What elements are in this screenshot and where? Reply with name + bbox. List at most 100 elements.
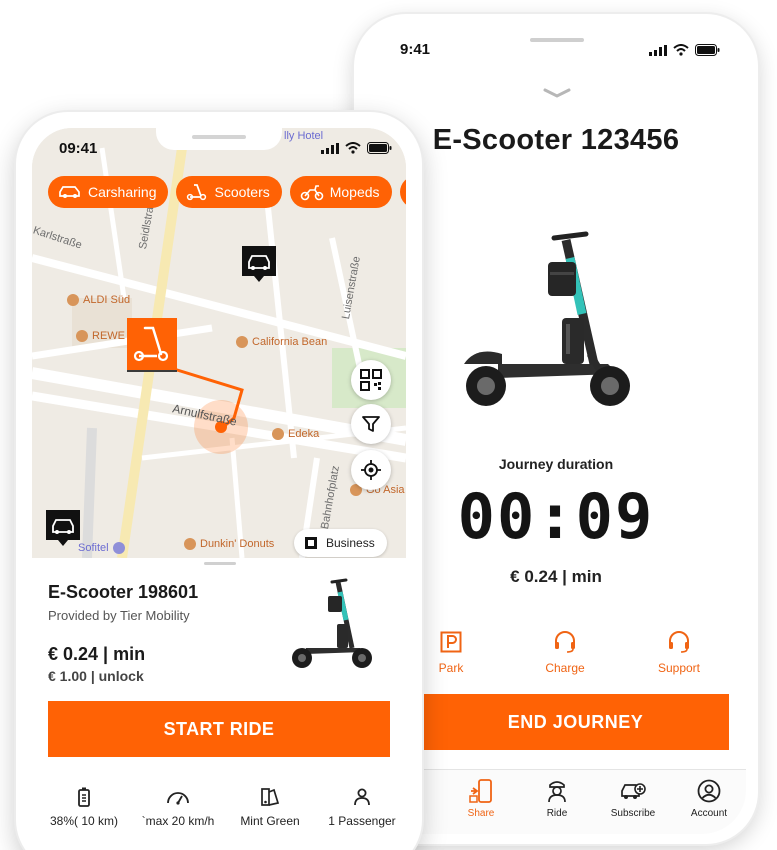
- poi-edeka[interactable]: Edeka: [272, 428, 319, 440]
- chip-scooters-label: Scooters: [214, 184, 270, 200]
- headset-icon: [555, 631, 575, 653]
- journey-screen: 9:41 E-Scooter 123456 Journey duration 0…: [366, 24, 746, 834]
- nav-share-label: Share: [467, 808, 495, 819]
- wifi-icon: [345, 142, 361, 154]
- spec-passengers-label: 1 Passenger: [328, 814, 396, 828]
- park-label: Park: [438, 661, 464, 675]
- chip-carsharing-label: Carsharing: [88, 184, 157, 200]
- status-time: 09:41: [59, 140, 98, 157]
- nav-subscribe-label: Subscribe: [610, 808, 656, 819]
- start-ride-button[interactable]: START RIDE: [48, 701, 390, 757]
- scooter-image: [292, 578, 372, 668]
- charge-button[interactable]: Charge: [520, 629, 610, 675]
- status-icons: [321, 142, 392, 154]
- chip-scooters[interactable]: Scooters: [176, 176, 282, 208]
- crosshair-icon: [361, 460, 381, 480]
- shopping-icon: [67, 294, 79, 306]
- spec-color-label: Mint Green: [240, 814, 300, 828]
- nav-subscribe[interactable]: Subscribe: [598, 778, 668, 819]
- cafe-icon: [184, 538, 196, 550]
- business-label: Business: [326, 536, 375, 550]
- status-icons: [649, 44, 720, 56]
- hotel-icon: [112, 542, 125, 554]
- chip-bikes[interactable]: [399, 176, 406, 208]
- nav-account-label: Account: [690, 808, 728, 819]
- map-label-hotel: lly Hotel: [284, 130, 324, 142]
- nav-ride[interactable]: Ride: [522, 778, 592, 819]
- car-plus-icon: [621, 783, 646, 799]
- end-journey-button[interactable]: END JOURNEY: [422, 694, 729, 750]
- status-bar: 9:41: [366, 24, 746, 74]
- spec-passengers: 1 Passenger: [316, 786, 406, 828]
- qr-code-icon: [360, 369, 382, 391]
- locate-me-button[interactable]: [351, 450, 391, 490]
- selected-scooter-marker[interactable]: [127, 318, 177, 372]
- scooter-image: [464, 231, 630, 406]
- poi-dunkin-label: Dunkin' Donuts: [200, 538, 275, 550]
- poi-dunkin[interactable]: Dunkin' Donuts: [184, 538, 274, 550]
- marketing-canvas: 9:41 E-Scooter 123456 Journey duration 0…: [0, 0, 777, 850]
- bottom-navigation: Share Ride Subscribe Account: [422, 769, 746, 834]
- sheet-handle[interactable]: [204, 562, 236, 565]
- business-icon: [305, 537, 317, 549]
- car-marker-icon[interactable]: [242, 246, 276, 282]
- scooter-icon: [133, 326, 169, 362]
- journey-timer: 00:09: [457, 480, 655, 553]
- person-icon: [354, 788, 370, 806]
- chip-carsharing[interactable]: Carsharing: [48, 176, 169, 208]
- qr-scan-button[interactable]: [351, 360, 391, 400]
- poi-california-bean[interactable]: California Bean: [236, 336, 327, 348]
- moped-icon: [300, 185, 324, 201]
- account-icon: [697, 779, 721, 803]
- charge-label: Charge: [545, 661, 585, 675]
- poi-rewe-label: REWE: [92, 330, 125, 342]
- price-per-minute: € 0.24 | min: [48, 644, 146, 664]
- map-view[interactable]: lly Hotel Seidlstraße Karlstraße Luisens…: [32, 128, 406, 558]
- signal-icon: [649, 44, 667, 56]
- map-screen: lly Hotel Seidlstraße Karlstraße Luisens…: [32, 128, 406, 850]
- battery-status-icon: [695, 44, 720, 56]
- vehicle-filter-chips: Carsharing Scooters Mopeds: [48, 176, 406, 208]
- chip-mopeds[interactable]: Mopeds: [289, 176, 392, 208]
- spec-color: Mint Green: [224, 786, 316, 828]
- filter-icon: [362, 416, 380, 432]
- signal-icon: [321, 142, 339, 154]
- poi-edeka-label: Edeka: [288, 428, 320, 440]
- wifi-icon: [673, 44, 689, 56]
- unlock-fee: € 1.00 | unlock: [48, 668, 144, 684]
- filter-button[interactable]: [351, 404, 391, 444]
- scooter-name: E-Scooter 198601: [48, 582, 199, 602]
- scooter-icon: [187, 184, 207, 201]
- cafe-icon: [236, 336, 248, 348]
- business-toggle[interactable]: Business: [294, 529, 387, 557]
- car-icon: [59, 186, 80, 198]
- share-phone-icon: [469, 779, 492, 803]
- journey-duration-label: Journey duration: [498, 456, 614, 472]
- color-swatch-icon: [261, 788, 280, 806]
- chevron-down-icon[interactable]: [542, 86, 572, 100]
- poi-sofitel[interactable]: Sofitel: [78, 542, 125, 554]
- chip-mopeds-label: Mopeds: [329, 184, 380, 200]
- support-button[interactable]: Support: [634, 629, 724, 675]
- poi-aldi[interactable]: ALDI Süd: [67, 294, 130, 306]
- scooter-specs: 38%( 10 km) `max 20 km/h Mint Green 1 Pa…: [38, 786, 400, 836]
- speedometer-icon: [167, 792, 189, 805]
- poi-rewe[interactable]: REWE: [76, 330, 125, 342]
- poi-sofitel-label: Sofitel: [78, 542, 109, 554]
- nav-ride-label: Ride: [546, 808, 568, 819]
- car-marker-icon[interactable]: [46, 510, 80, 546]
- nav-share[interactable]: Share: [446, 778, 516, 819]
- parking-icon: [440, 631, 462, 653]
- notch: [156, 128, 282, 150]
- scooter-details-sheet: E-Scooter 198601 Provided by Tier Mobili…: [32, 558, 406, 850]
- spec-speed-label: `max 20 km/h: [141, 814, 215, 828]
- nav-account[interactable]: Account: [674, 778, 744, 819]
- provider-text: Provided by Tier Mobility: [48, 608, 190, 623]
- spec-battery-label: 38%( 10 km): [49, 814, 119, 828]
- support-label: Support: [657, 661, 701, 675]
- shopping-icon: [272, 428, 284, 440]
- poi-aldi-label: ALDI Süd: [83, 294, 131, 306]
- spec-battery: 38%( 10 km): [38, 786, 130, 828]
- spec-speed: `max 20 km/h: [132, 786, 224, 828]
- notch-indicator: [530, 38, 584, 42]
